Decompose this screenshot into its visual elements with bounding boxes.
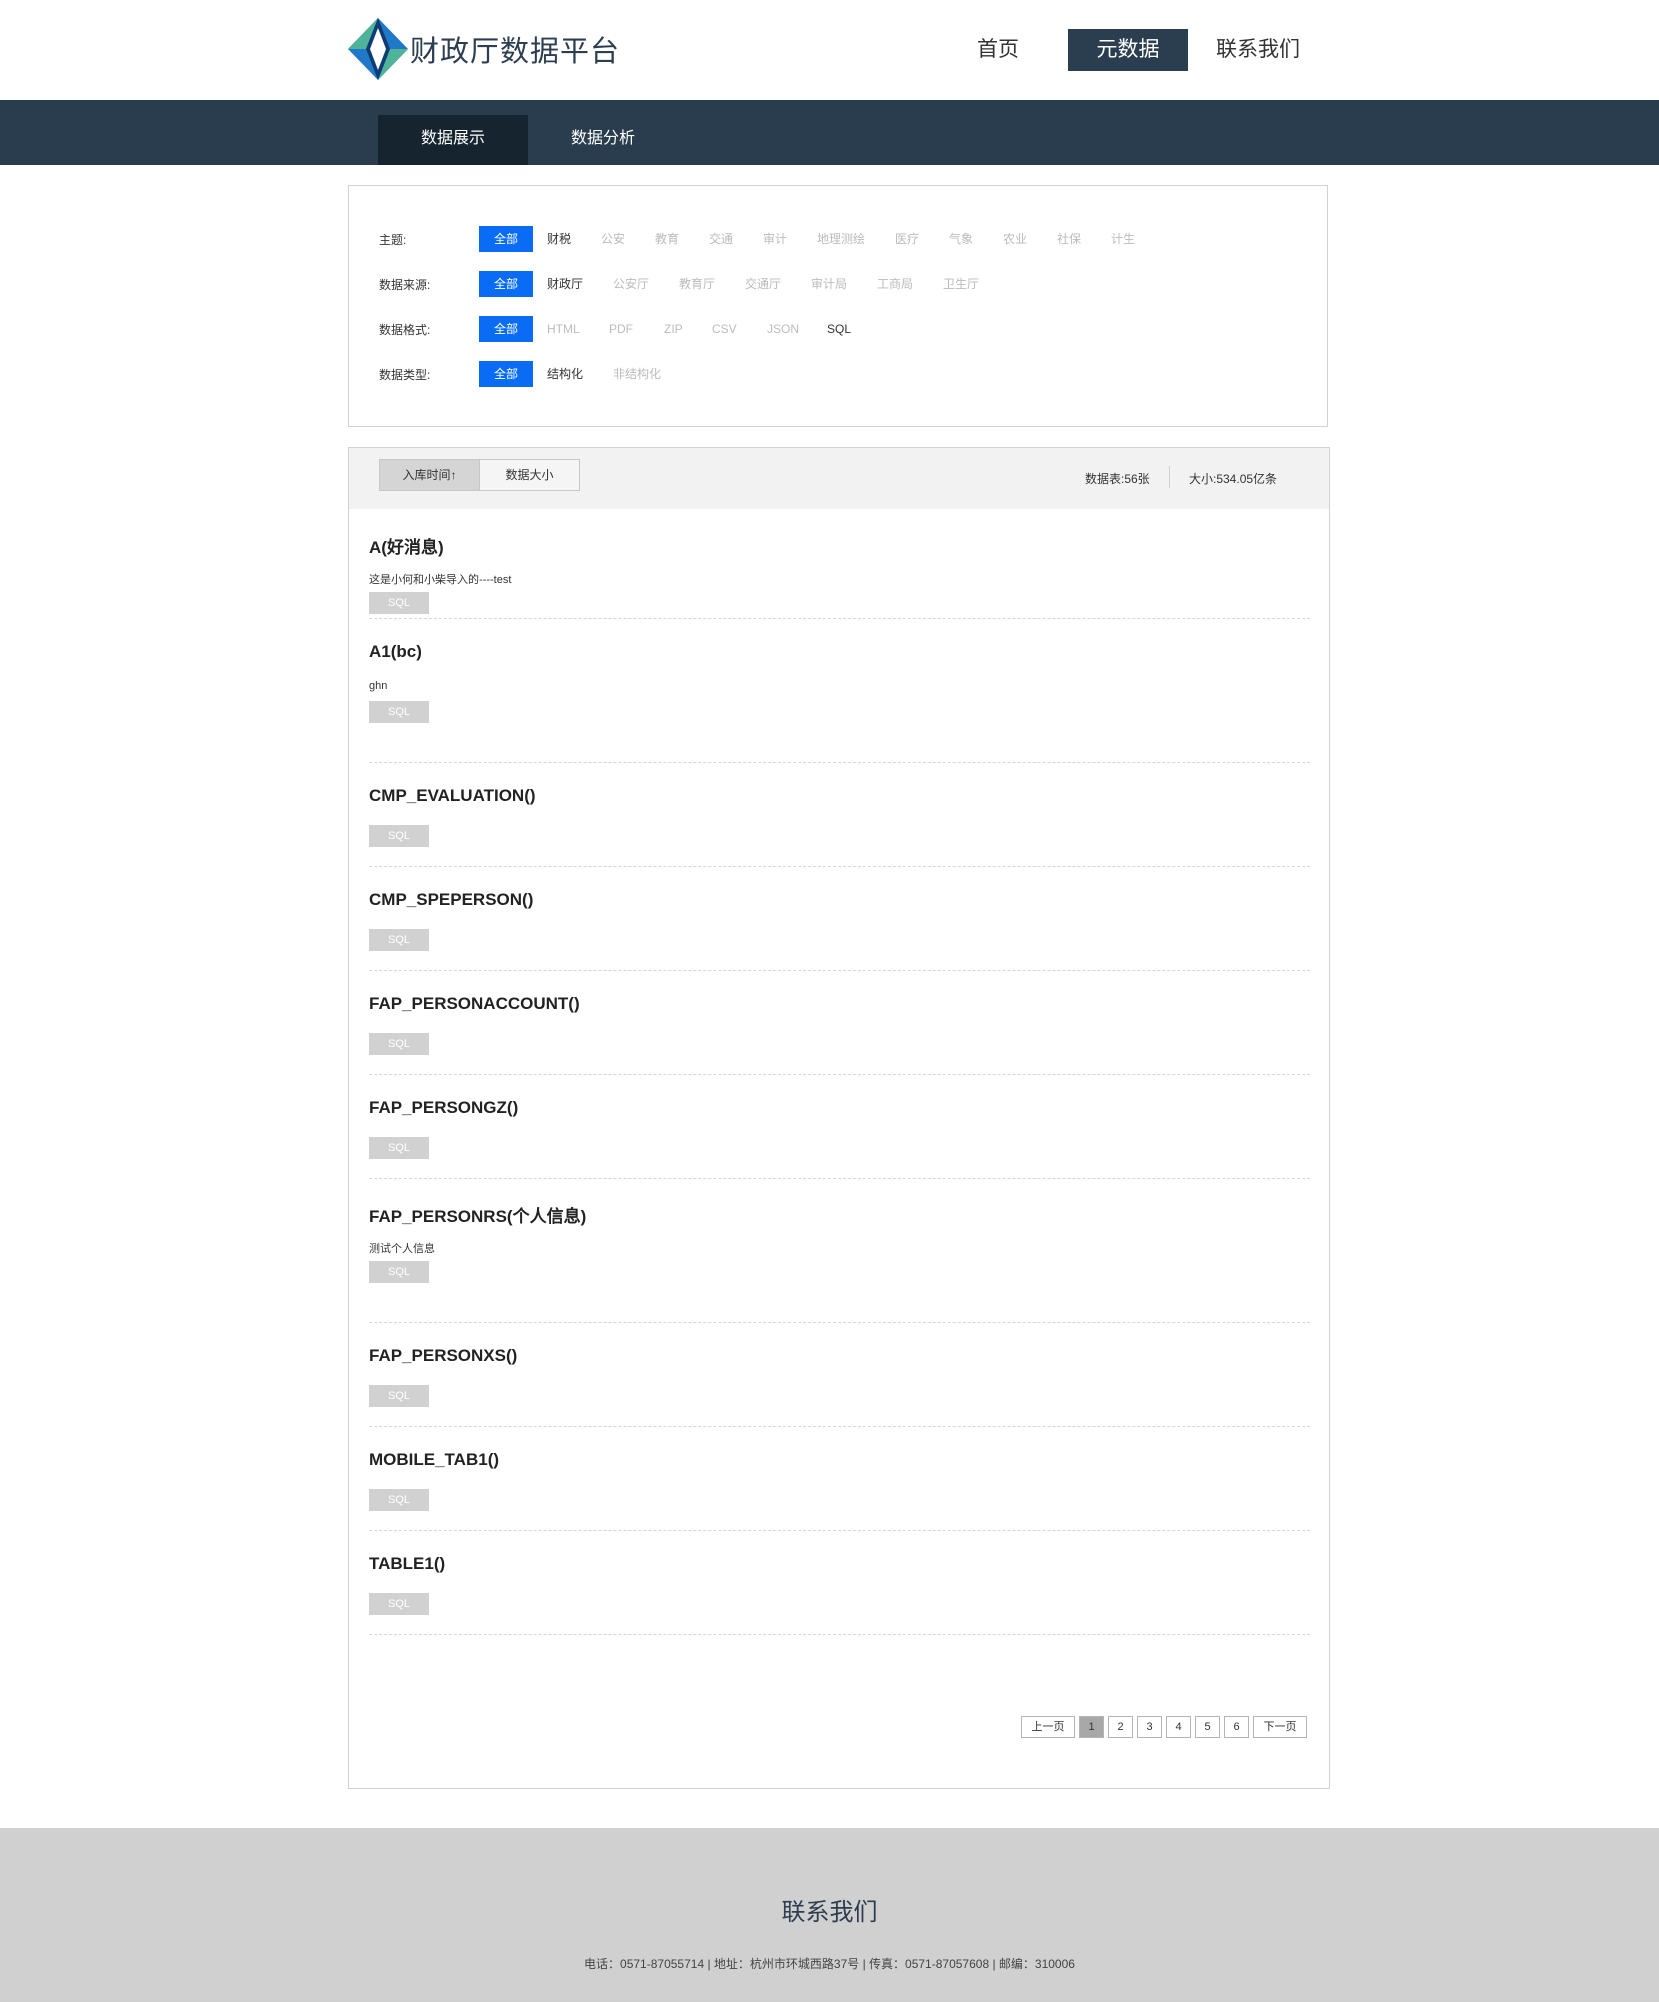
- filter-topic-option[interactable]: 医疗: [895, 226, 919, 252]
- filter-topic-option[interactable]: 地理测绘: [817, 226, 865, 252]
- item-format-tag[interactable]: SQL: [369, 929, 429, 951]
- item-format-tag[interactable]: SQL: [369, 825, 429, 847]
- list-item: FAP_PERSONACCOUNT() SQL: [369, 971, 1310, 1075]
- item-format-tag[interactable]: SQL: [369, 592, 429, 614]
- item-title[interactable]: CMP_SPEPERSON(): [369, 890, 533, 910]
- filter-topic-option[interactable]: 计生: [1111, 226, 1135, 252]
- page-button-6[interactable]: 6: [1224, 1716, 1249, 1738]
- filter-source-option[interactable]: 工商局: [877, 271, 913, 297]
- filter-topic-option[interactable]: 财税: [547, 226, 571, 252]
- list-item: A1(bc) ghn SQL: [369, 619, 1310, 763]
- filter-label-type: 数据类型:: [379, 368, 431, 382]
- list-item: FAP_PERSONXS() SQL: [369, 1323, 1310, 1427]
- item-description: 测试个人信息: [369, 1243, 435, 1255]
- subnav-data-display[interactable]: 数据展示: [378, 115, 528, 165]
- filter-label-format: 数据格式:: [379, 323, 431, 337]
- filter-source-option[interactable]: 卫生厅: [943, 271, 979, 297]
- nav-contact[interactable]: 联系我们: [1212, 29, 1304, 71]
- item-title[interactable]: MOBILE_TAB1(): [369, 1450, 499, 1470]
- item-title[interactable]: A1(bc): [369, 642, 422, 662]
- filter-source-option[interactable]: 审计局: [811, 271, 847, 297]
- item-format-tag[interactable]: SQL: [369, 701, 429, 723]
- filter-topic-option[interactable]: 交通: [709, 226, 733, 252]
- next-page-button[interactable]: 下一页: [1253, 1716, 1307, 1738]
- sort-by-time-button[interactable]: 入库时间↑: [379, 459, 480, 491]
- filter-format-option[interactable]: SQL: [827, 316, 851, 342]
- item-title[interactable]: TABLE1(): [369, 1554, 445, 1574]
- item-format-tag[interactable]: SQL: [369, 1033, 429, 1055]
- item-title[interactable]: FAP_PERSONRS(个人信息): [369, 1202, 586, 1227]
- page-button-5[interactable]: 5: [1195, 1716, 1220, 1738]
- item-description: 这是小何和小柴导入的----test: [369, 574, 512, 586]
- main-nav: 首页 元数据 联系我们: [0, 29, 1659, 71]
- filter-source-all[interactable]: 全部: [479, 271, 533, 297]
- filter-format-option[interactable]: CSV: [712, 316, 737, 342]
- filter-source-option[interactable]: 财政厅: [547, 271, 583, 297]
- footer: 联系我们 电话：0571-87055714 | 地址：杭州市环城西路37号 | …: [0, 1828, 1659, 2002]
- pagination: 上一页 1 2 3 4 5 6 下一页: [1021, 1716, 1311, 1738]
- item-title[interactable]: FAP_PERSONACCOUNT(): [369, 994, 580, 1014]
- item-title[interactable]: CMP_EVALUATION(): [369, 786, 536, 806]
- filter-topic-option[interactable]: 社保: [1057, 226, 1081, 252]
- filter-topic-option[interactable]: 审计: [763, 226, 787, 252]
- filter-topic-option[interactable]: 农业: [1003, 226, 1027, 252]
- page-button-2[interactable]: 2: [1108, 1716, 1133, 1738]
- filter-format-option[interactable]: HTML: [547, 316, 580, 342]
- filter-panel: 主题: 全部 财税 公安 教育 交通 审计 地理测绘 医疗 气象 农业 社保 计…: [348, 185, 1328, 427]
- nav-home[interactable]: 首页: [968, 29, 1028, 71]
- filter-topic-option[interactable]: 公安: [601, 226, 625, 252]
- sort-by-size-button[interactable]: 数据大小: [479, 459, 580, 491]
- page-button-1[interactable]: 1: [1079, 1716, 1104, 1738]
- sub-nav-bar: 数据展示 数据分析: [0, 100, 1659, 165]
- item-title[interactable]: A(好消息): [369, 533, 444, 558]
- footer-contact-info: 电话：0571-87055714 | 地址：杭州市环城西路37号 | 传真：05…: [584, 1957, 1075, 1971]
- list-item: CMP_SPEPERSON() SQL: [369, 867, 1310, 971]
- filter-format-option[interactable]: ZIP: [664, 316, 683, 342]
- list-item: FAP_PERSONGZ() SQL: [369, 1075, 1310, 1179]
- filter-topic-all[interactable]: 全部: [479, 226, 533, 252]
- list-item: CMP_EVALUATION() SQL: [369, 763, 1310, 867]
- dataset-list-panel: 入库时间↑ 数据大小 数据表:56张 大小:534.05亿条 A(好消息) 这是…: [348, 447, 1330, 1789]
- page-button-4[interactable]: 4: [1166, 1716, 1191, 1738]
- filter-format-option[interactable]: PDF: [609, 316, 633, 342]
- footer-title: 联系我们: [781, 1899, 878, 1926]
- filter-format-all[interactable]: 全部: [479, 316, 533, 342]
- top-header: 财政厅数据平台 首页 元数据 联系我们: [0, 0, 1659, 100]
- list-toolbar: 入库时间↑ 数据大小 数据表:56张 大小:534.05亿条: [349, 448, 1329, 509]
- filter-source-option[interactable]: 公安厅: [613, 271, 649, 297]
- list-item: TABLE1() SQL: [369, 1531, 1310, 1635]
- page: 财政厅数据平台 首页 元数据 联系我们 数据展示 数据分析 主题: 全部 财税 …: [0, 0, 1659, 2002]
- filter-label-topic: 主题:: [379, 233, 407, 247]
- filter-label-source: 数据来源:: [379, 278, 431, 292]
- item-format-tag[interactable]: SQL: [369, 1137, 429, 1159]
- list-item: A(好消息) 这是小何和小柴导入的----test SQL: [369, 510, 1310, 619]
- filter-source-option[interactable]: 交通厅: [745, 271, 781, 297]
- total-size: 大小:534.05亿条: [1189, 472, 1278, 486]
- filter-format-option[interactable]: JSON: [767, 316, 799, 342]
- page-button-3[interactable]: 3: [1137, 1716, 1162, 1738]
- item-description: ghn: [369, 680, 388, 692]
- filter-type-all[interactable]: 全部: [479, 361, 533, 387]
- item-format-tag[interactable]: SQL: [369, 1489, 429, 1511]
- prev-page-button[interactable]: 上一页: [1021, 1716, 1075, 1738]
- subnav-data-analysis[interactable]: 数据分析: [528, 115, 678, 165]
- table-count: 数据表:56张: [1085, 472, 1150, 486]
- filter-type-option[interactable]: 非结构化: [613, 361, 661, 387]
- list-item: MOBILE_TAB1() SQL: [369, 1427, 1310, 1531]
- filter-source-option[interactable]: 教育厅: [679, 271, 715, 297]
- item-format-tag[interactable]: SQL: [369, 1261, 429, 1283]
- item-title[interactable]: FAP_PERSONGZ(): [369, 1098, 518, 1118]
- filter-type-option[interactable]: 结构化: [547, 361, 583, 387]
- item-title[interactable]: FAP_PERSONXS(): [369, 1346, 517, 1366]
- item-format-tag[interactable]: SQL: [369, 1593, 429, 1615]
- item-format-tag[interactable]: SQL: [369, 1385, 429, 1407]
- filter-topic-option[interactable]: 气象: [949, 226, 973, 252]
- list-item: FAP_PERSONRS(个人信息) 测试个人信息 SQL: [369, 1179, 1310, 1323]
- stat-divider: [1169, 466, 1170, 488]
- nav-metadata[interactable]: 元数据: [1068, 29, 1188, 71]
- filter-topic-option[interactable]: 教育: [655, 226, 679, 252]
